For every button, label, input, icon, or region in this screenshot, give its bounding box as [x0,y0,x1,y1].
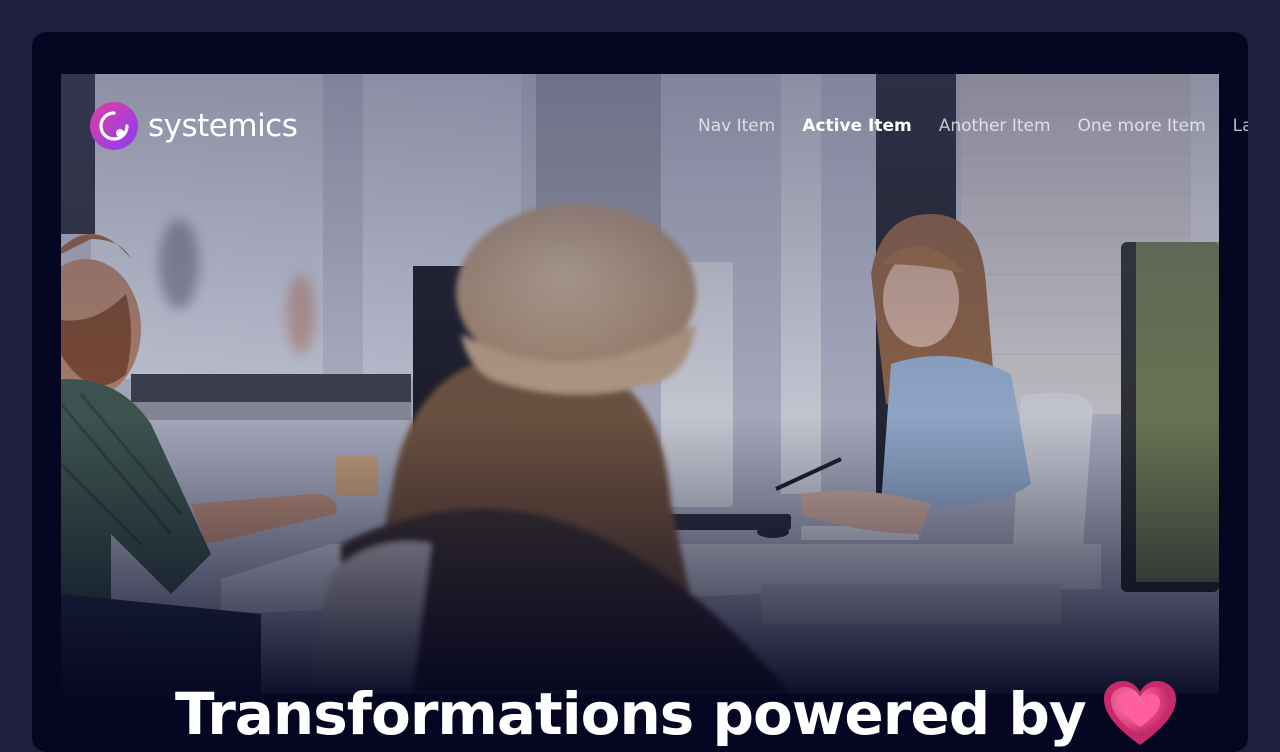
nav-item-another-item[interactable]: Another Item [939,116,1051,136]
nav-menu: Nav Item Active Item Another Item One mo… [698,116,1248,136]
nav-item-nav-item[interactable]: Nav Item [698,116,775,136]
orbit-ring-icon [90,102,138,150]
brand-logo[interactable]: systemics [90,102,298,150]
top-navigation: systemics Nav Item Active Item Another I… [61,74,1248,184]
nav-item-one-more-item[interactable]: One more Item [1078,116,1206,136]
nav-item-active-item[interactable]: Active Item [802,116,911,136]
hero-headline: Transformations powered by [175,679,1178,749]
nav-item-last-item[interactable]: Last Item [1233,116,1248,136]
device-frame: systemics Nav Item Active Item Another I… [32,32,1248,752]
hero-headline-text: Transformations powered by [175,680,1087,748]
brand-name: systemics [148,108,298,144]
heart-icon [1103,681,1176,745]
hero-section: systemics Nav Item Active Item Another I… [61,74,1248,694]
